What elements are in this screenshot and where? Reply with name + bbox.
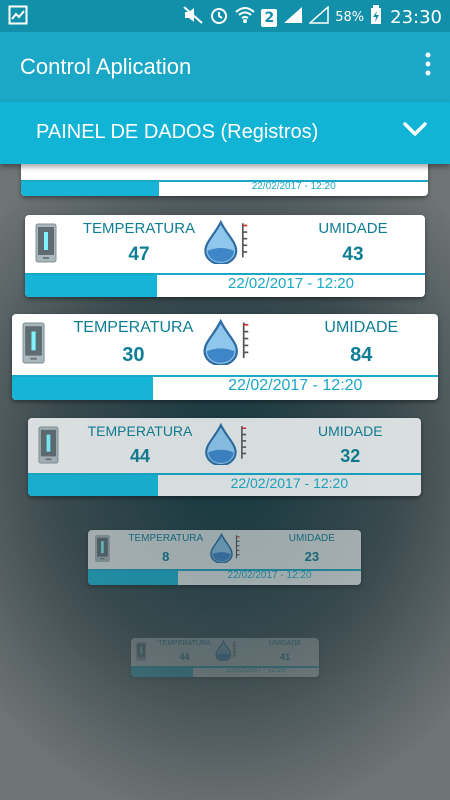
humidity-value: 23 xyxy=(304,549,320,564)
wifi-icon xyxy=(235,6,256,29)
humidity-label: UMIDADE xyxy=(317,423,383,439)
humidity-drop-icon xyxy=(200,318,253,370)
overflow-menu-icon[interactable] xyxy=(424,52,432,76)
humidity-label: UMIDADE xyxy=(288,533,335,544)
humidity-value: 41 xyxy=(280,652,291,662)
temperature-value: 44 xyxy=(179,652,190,662)
humidity-drop-icon xyxy=(208,532,243,568)
humidity-drop-icon xyxy=(214,639,238,666)
temperature-value: 44 xyxy=(129,446,151,466)
panel-title: PAINEL DE DADOS (Registros) xyxy=(36,121,319,143)
data-card[interactable]: TEMPERATURA 44 UMIDADE 32 22/02/2017 - 12:20 xyxy=(28,418,421,496)
temperature-label: TEMPERATURA xyxy=(128,533,204,544)
temperature-label: TEMPERATURA xyxy=(73,319,194,336)
temperature-label: TEMPERATURA xyxy=(158,640,211,647)
mute-icon xyxy=(183,6,204,29)
gallery-icon xyxy=(8,5,28,30)
humidity-value: 43 xyxy=(342,244,364,265)
temperature-label: TEMPERATURA xyxy=(87,423,193,439)
data-card[interactable]: TEMPERATURA 47 UMIDADE 43 22/02/2017 - 12:20 xyxy=(25,215,425,297)
data-card[interactable]: TEMPERATURA 8 UMIDADE 23 22/02/2017 - 12:20 xyxy=(88,530,361,585)
chevron-down-icon[interactable] xyxy=(402,120,428,143)
record-date: 22/02/2017 - 12:20 xyxy=(228,275,354,292)
progress-fill xyxy=(131,668,194,677)
humidity-value: 32 xyxy=(340,446,361,466)
data-card[interactable]: TEMPERATURA 30 UMIDADE 84 22/02/2017 - 12:20 xyxy=(12,314,438,400)
temperature-label: TEMPERATURA xyxy=(82,220,196,237)
humidity-value: 84 xyxy=(350,344,373,366)
status-bar: 2 58% 23:30 xyxy=(0,0,450,32)
panel-header[interactable]: PAINEL DE DADOS (Registros) xyxy=(0,102,450,164)
humidity-label: UMIDADE xyxy=(318,220,388,237)
alarm-icon xyxy=(209,5,229,30)
record-date: 22/02/2017 - 12:20 xyxy=(251,181,336,192)
record-date: 22/02/2017 - 12:20 xyxy=(228,377,363,394)
device-icon xyxy=(38,426,59,469)
sim-badge: 2 xyxy=(261,8,278,27)
progress-fill xyxy=(25,275,157,297)
record-date: 22/02/2017 - 12:20 xyxy=(227,570,312,581)
app-title: Control Aplication xyxy=(20,54,192,79)
progress-fill xyxy=(12,377,153,400)
progress-fill xyxy=(28,475,158,496)
battery-percent: 58% xyxy=(335,10,365,25)
temperature-value: 47 xyxy=(128,244,150,265)
data-card[interactable]: TEMPERATURA 44 UMIDADE 41 22/02/2017 - 12:20 xyxy=(131,638,319,677)
humidity-label: UMIDADE xyxy=(324,319,399,336)
record-date: 22/02/2017 - 12:20 xyxy=(230,475,349,491)
battery-icon xyxy=(370,5,382,30)
temperature-value: 30 xyxy=(122,344,145,366)
device-icon xyxy=(22,322,45,369)
humidity-label: UMIDADE xyxy=(269,640,302,647)
temperature-value: 8 xyxy=(162,549,170,564)
clock: 23:30 xyxy=(390,7,442,28)
app-bar: Control Aplication xyxy=(0,32,450,102)
humidity-drop-icon xyxy=(202,422,250,470)
device-icon xyxy=(95,535,110,567)
device-icon xyxy=(136,642,147,666)
signal-icon xyxy=(283,6,303,29)
humidity-drop-icon xyxy=(201,219,252,269)
progress-fill xyxy=(21,182,160,196)
signal-icon-2 xyxy=(308,5,329,29)
device-icon xyxy=(35,223,57,268)
record-date: 22/02/2017 - 12:20 xyxy=(226,667,286,674)
progress-fill xyxy=(88,571,179,585)
